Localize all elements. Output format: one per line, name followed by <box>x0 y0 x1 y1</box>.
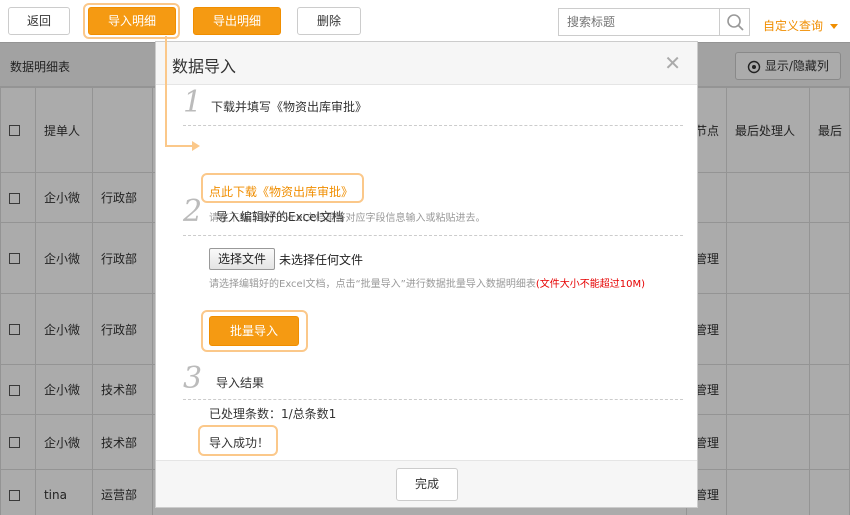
step-3-number: 3 <box>183 361 203 396</box>
step-2-hint-text: 请选择编辑好的Excel文档，点击“批量导入”进行数据批量导入数据明细表 <box>209 279 536 290</box>
caret-down-icon <box>829 23 838 29</box>
file-size-warning: (文件大小不能超过10M) <box>535 279 646 290</box>
file-status: 未选择任何文件 <box>279 253 364 267</box>
export-details-button[interactable]: 导出明细 <box>193 7 281 35</box>
search-box <box>558 8 750 36</box>
back-button[interactable]: 返回 <box>8 7 70 35</box>
done-button[interactable]: 完成 <box>396 468 458 501</box>
custom-query-link[interactable]: 自定义查询 <box>763 17 839 34</box>
batch-import-button[interactable]: 批量导入 <box>209 316 299 346</box>
modal-header: 数据导入 ✕ <box>156 42 697 85</box>
modal-title: 数据导入 <box>172 57 237 76</box>
toolbar: 返回 导入明细 导出明细 删除 自定义查询 <box>0 0 850 42</box>
divider <box>183 125 683 126</box>
step-2-number: 2 <box>183 194 203 229</box>
modal-body: 1 下载并填写《物资出库审批》 点此下载《物资出库审批》 请在下载下来的Exce… <box>156 85 697 460</box>
import-success-message: 导入成功！ <box>209 436 270 450</box>
modal-footer: 完成 <box>156 460 697 507</box>
search-input[interactable] <box>559 9 719 35</box>
step-2-hint: 请选择编辑好的Excel文档，点击“批量导入”进行数据批量导入数据明细表(文件大… <box>209 278 679 292</box>
custom-query-label: 自定义查询 <box>763 19 824 33</box>
step-3-text: 导入结果 <box>216 376 265 390</box>
step-1-number: 1 <box>183 85 203 120</box>
close-icon[interactable]: ✕ <box>664 51 681 75</box>
step-1-text: 下载并填写《物资出库审批》 <box>211 100 368 114</box>
import-modal: 数据导入 ✕ 1 下载并填写《物资出库审批》 点此下载《物资出库审批》 请在下载… <box>155 41 698 508</box>
divider <box>183 235 683 236</box>
choose-file-button[interactable]: 选择文件 <box>209 248 275 270</box>
divider <box>183 399 683 400</box>
import-details-button[interactable]: 导入明细 <box>88 7 176 35</box>
processed-count: 已处理条数：1/总条数1 <box>209 407 337 421</box>
download-template-link[interactable]: 点此下载《物资出库审批》 <box>209 183 353 200</box>
search-button[interactable] <box>719 9 749 35</box>
delete-button[interactable]: 删除 <box>297 7 361 35</box>
search-icon <box>727 14 744 31</box>
step-2-text: 导入编辑好的Excel文档 <box>216 210 344 224</box>
